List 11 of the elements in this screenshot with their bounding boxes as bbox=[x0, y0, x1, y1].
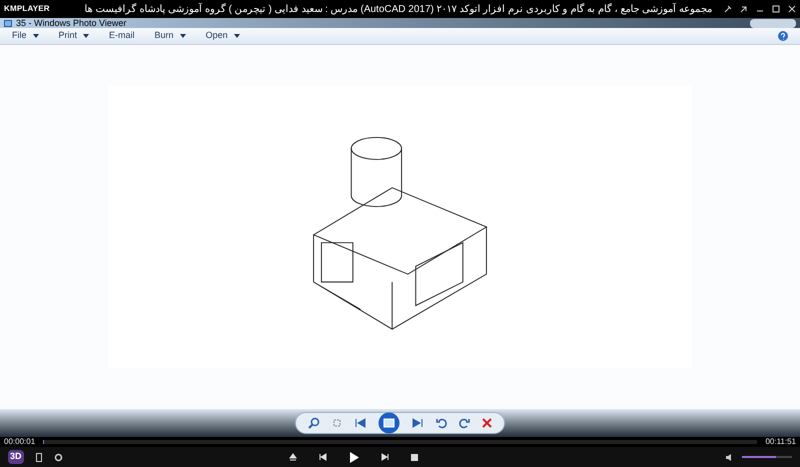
menu-button[interactable]: File bbox=[12, 29, 39, 43]
menu-button[interactable]: E-mail bbox=[109, 29, 135, 43]
menu-button[interactable]: Burn bbox=[154, 29, 186, 43]
menu-button[interactable]: Open bbox=[206, 29, 240, 43]
total-time: 00:11:51 bbox=[765, 436, 796, 448]
window-title: 35 - Windows Photo Viewer bbox=[16, 18, 126, 28]
player-logo: KMPLAYER bbox=[4, 3, 50, 15]
video-title: مجموعه آموزشی جامع ، گام به گام و کاربردی نرم افزار اتوکد ۲۰۱۷ (AutoCAD 2017) مدرس : سعید فدایی ( تیچرمن ) گروه آموزشی پادشاه گرافیست ها bbox=[84, 2, 712, 16]
menu-button[interactable]: Print bbox=[58, 29, 90, 43]
elapsed-time: 00:00:01 bbox=[4, 436, 36, 448]
3d-button[interactable]: 3D bbox=[8, 450, 24, 464]
